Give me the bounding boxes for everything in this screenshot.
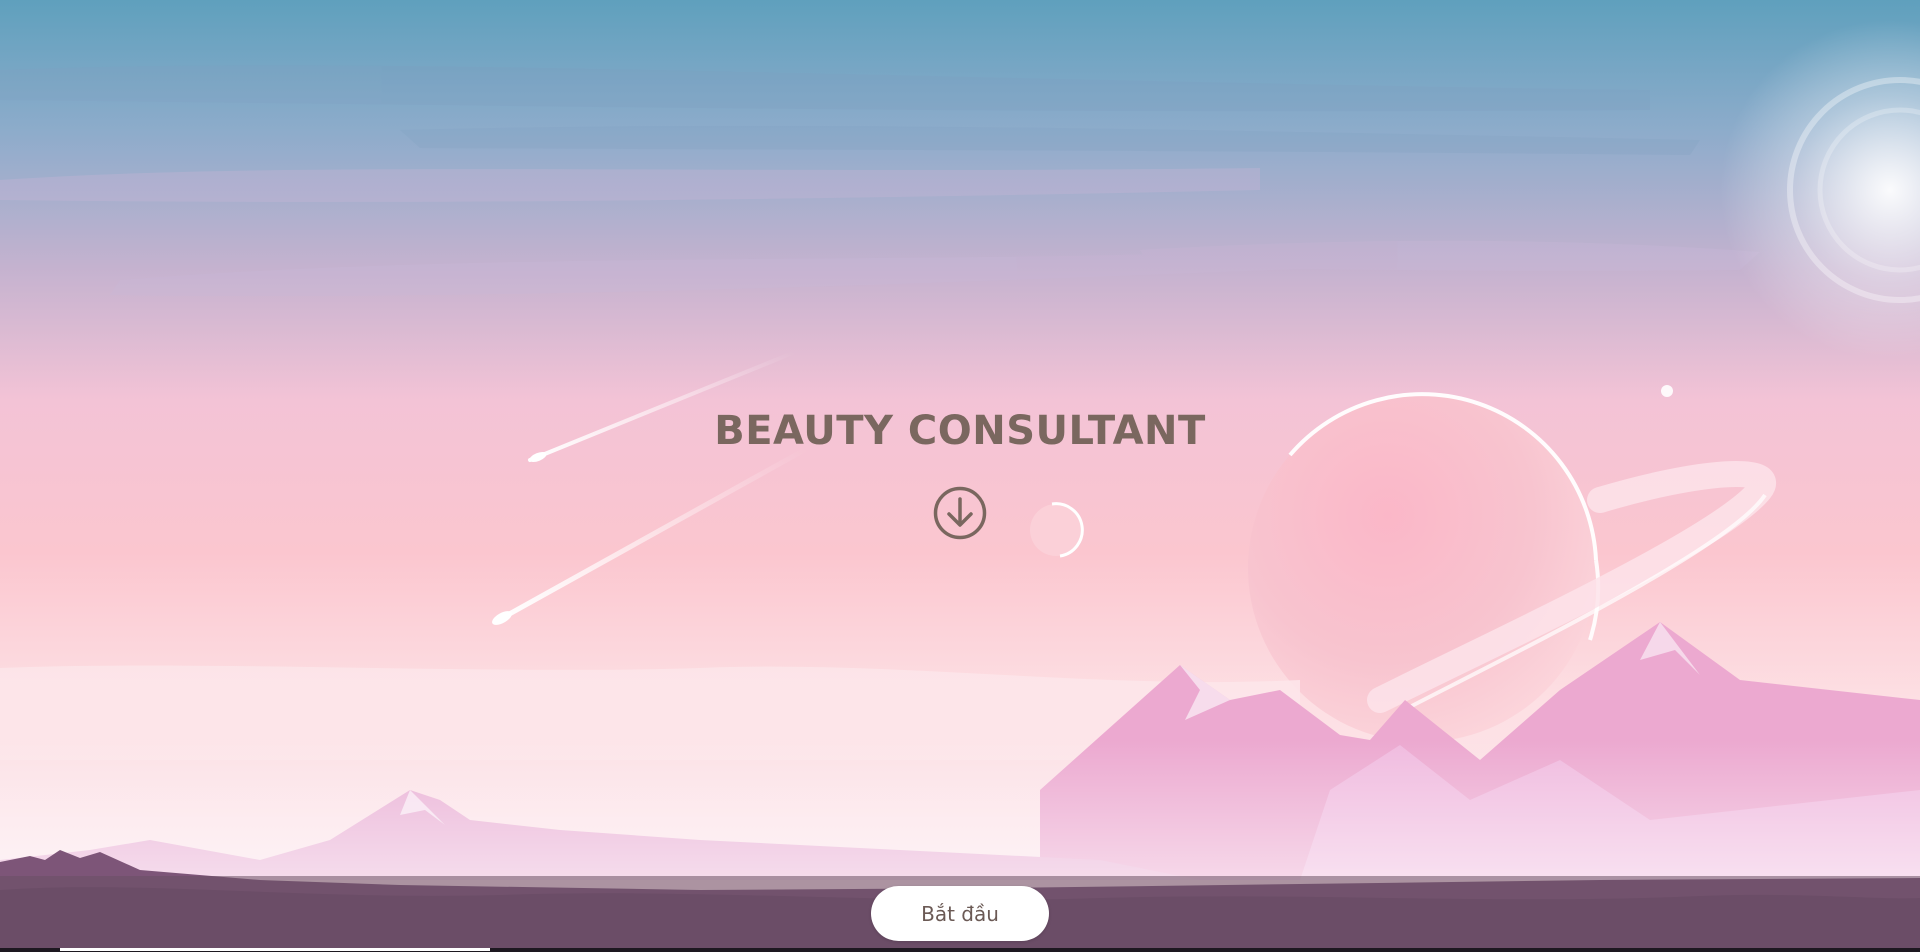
- scroll-down-button[interactable]: [932, 485, 988, 541]
- page-title: BEAUTY CONSULTANT: [714, 408, 1206, 454]
- start-button[interactable]: Bắt đầu: [871, 886, 1049, 941]
- landing-page: BEAUTY CONSULTANT Bắt đầu: [0, 0, 1920, 952]
- progress-fill: [60, 948, 490, 951]
- arrow-down-circle-icon: [933, 486, 987, 540]
- background-scene: [0, 0, 1920, 952]
